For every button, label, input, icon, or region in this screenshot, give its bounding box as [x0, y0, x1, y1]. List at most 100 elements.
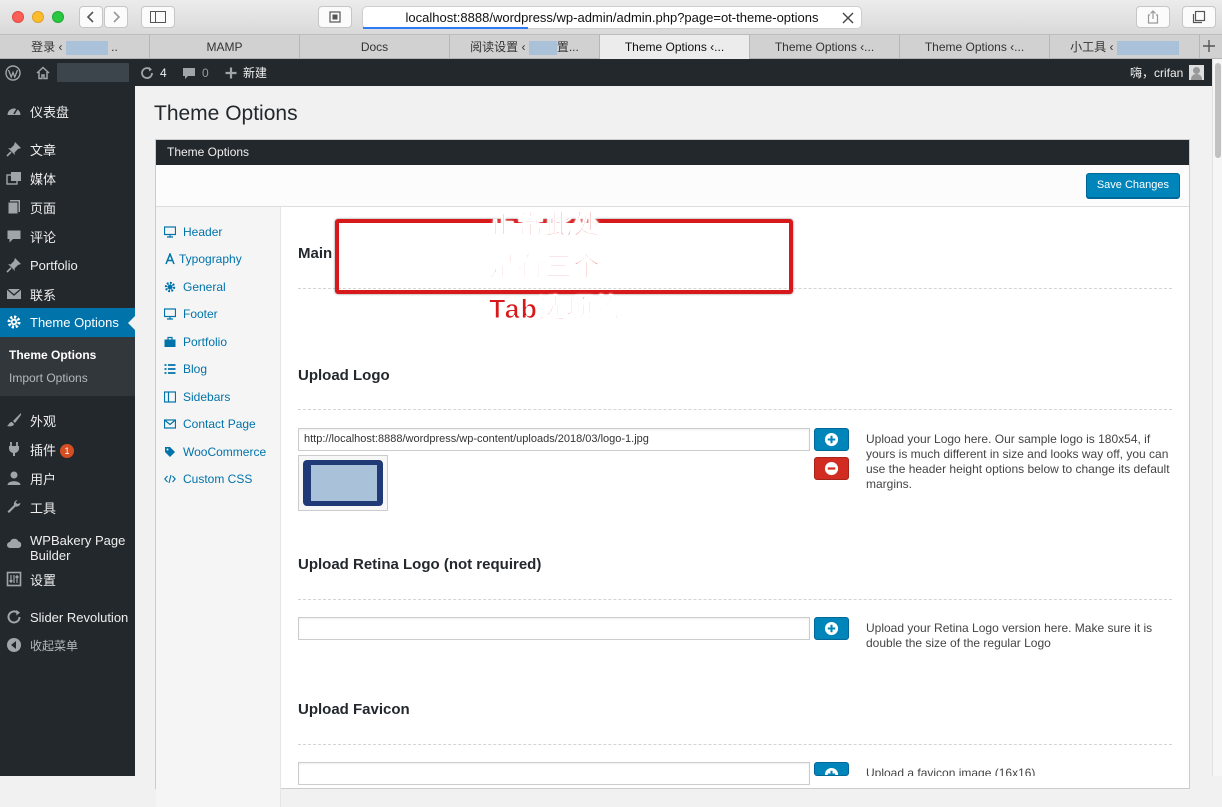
site-name-redacted[interactable] — [57, 59, 129, 86]
option-tab-portfolio[interactable]: Portfolio — [164, 335, 227, 349]
site-home-link[interactable] — [35, 59, 51, 86]
comments-link[interactable]: 0 — [181, 59, 209, 86]
sidebar-item-slider-revolution[interactable]: Slider Revolution — [0, 603, 135, 631]
sidebar-item-portfolio[interactable]: Portfolio — [0, 251, 135, 279]
remove-logo-button[interactable] — [814, 457, 849, 480]
greeting: 嗨，crifan — [1130, 66, 1184, 80]
stop-loading-icon[interactable] — [841, 11, 855, 25]
page-scrollbar[interactable] — [1212, 59, 1222, 776]
monitor-icon — [164, 226, 176, 238]
option-tab-header[interactable]: Header — [164, 225, 222, 239]
forward-button[interactable] — [104, 6, 128, 28]
media-icon — [6, 172, 21, 185]
option-tab-contact-page[interactable]: Contact Page — [164, 417, 256, 431]
browser-tab-3[interactable]: Docs — [300, 35, 450, 59]
option-tab-woocommerce[interactable]: WooCommerce — [164, 445, 266, 459]
reader-button[interactable] — [318, 6, 352, 28]
pin-icon — [6, 258, 21, 273]
scrollbar-thumb[interactable] — [1215, 63, 1221, 158]
new-content-link[interactable]: 新建 — [223, 59, 267, 86]
upload-logo-input[interactable]: http://localhost:8888/wordpress/wp-conte… — [298, 428, 810, 451]
new-tab-icon[interactable] — [1200, 37, 1218, 55]
logo-preview[interactable] — [298, 455, 388, 511]
sidebar-item-dashboard[interactable]: 仪表盘 — [0, 97, 135, 125]
submenu-theme-options[interactable]: Theme Options — [9, 348, 96, 362]
mail-icon — [6, 288, 22, 299]
option-tab-custom-css[interactable]: Custom CSS — [164, 472, 252, 486]
redacted-block — [1116, 40, 1179, 55]
comment-icon — [183, 67, 195, 79]
section-main-heading: Main — [298, 245, 333, 262]
typography-icon — [165, 253, 175, 265]
option-tab-general[interactable]: General — [164, 280, 226, 294]
options-tab-nav: Header Typography General Footer Portfol… — [156, 207, 281, 807]
sidebar-item-wpbakery[interactable]: WPBakery Page Builder — [0, 528, 135, 568]
option-tab-blog[interactable]: Blog — [164, 362, 207, 376]
tabs-icon — [1192, 10, 1206, 24]
tag-icon — [165, 447, 175, 457]
option-tab-sidebars[interactable]: Sidebars — [164, 390, 230, 404]
redacted-block — [311, 465, 377, 501]
back-button[interactable] — [79, 6, 103, 28]
upload-retina-logo-input[interactable] — [298, 617, 810, 640]
envelope-icon — [164, 419, 176, 429]
tab-overview-button[interactable] — [1182, 6, 1216, 28]
current-menu-arrow — [128, 316, 135, 330]
share-button[interactable] — [1136, 6, 1170, 28]
sidebar-toggle-button[interactable] — [141, 6, 175, 28]
upload-retina-logo-description: Upload your Retina Logo version here. Ma… — [866, 621, 1153, 650]
sidebar-item-plugins[interactable]: 插件 1 — [0, 435, 135, 463]
sidebar-item-media[interactable]: 媒体 — [0, 164, 135, 192]
dashboard-icon — [7, 108, 21, 115]
sidebar-item-users[interactable]: 用户 — [0, 464, 135, 492]
zoom-window-button[interactable] — [52, 11, 64, 23]
submenu-import-options[interactable]: Import Options — [9, 371, 88, 385]
sidebar-item-posts[interactable]: 文章 — [0, 135, 135, 163]
comments-count: 0 — [202, 65, 209, 80]
save-changes-button[interactable]: Save Changes — [1085, 173, 1180, 198]
option-tab-typography[interactable]: Typography — [164, 252, 242, 266]
browser-tab-8[interactable]: 小工具 ‹ — [1050, 35, 1200, 59]
browser-tab-2[interactable]: MAMP — [150, 35, 300, 59]
sidebar-item-contact[interactable]: 联系 — [0, 280, 135, 308]
sidebar-item-collapse-menu[interactable]: 收起菜单 — [0, 631, 135, 659]
refresh-icon — [7, 610, 21, 624]
address-bar[interactable]: localhost:8888/wordpress/wp-admin/admin.… — [362, 6, 862, 29]
plus-circle-icon — [824, 621, 839, 636]
sidebar-item-appearance[interactable]: 外观 — [0, 406, 135, 434]
browser-tab-1[interactable]: 登录 ‹ .. — [0, 35, 150, 59]
browser-tab-7[interactable]: Theme Options ‹... — [900, 35, 1050, 59]
settings-icon — [6, 571, 22, 587]
upload-retina-logo-heading: Upload Retina Logo (not required) — [298, 556, 542, 573]
upload-favicon-button[interactable] — [814, 762, 849, 776]
upload-logo-heading: Upload Logo — [298, 367, 390, 384]
avatar — [1189, 65, 1205, 80]
account-menu[interactable]: 嗨，crifan — [1130, 59, 1205, 86]
page-title: Theme Options — [154, 102, 298, 125]
sidebar-item-comments[interactable]: 评论 — [0, 222, 135, 250]
browser-tab-4[interactable]: 阅读设置 ‹ 置... — [450, 35, 600, 59]
upload-retina-logo-button[interactable] — [814, 617, 849, 640]
annotation-line-1: 正常此处 — [489, 210, 601, 241]
sidebar-item-settings[interactable]: 设置 — [0, 565, 135, 593]
wp-logo[interactable] — [5, 59, 21, 86]
plus-icon — [225, 67, 237, 78]
home-icon — [36, 65, 50, 79]
share-icon — [1147, 10, 1159, 24]
panel-header: Theme Options — [156, 140, 1189, 165]
sidebar-item-theme-options[interactable]: Theme Options — [0, 308, 135, 337]
upload-favicon-input[interactable] — [298, 762, 810, 785]
theme-options-submenu: Theme Options Import Options — [0, 337, 135, 396]
code-icon — [164, 474, 176, 484]
plus-circle-icon — [824, 767, 839, 775]
close-window-button[interactable] — [12, 11, 24, 23]
plugin-icon — [9, 442, 19, 456]
updates-link[interactable]: 4 — [139, 59, 167, 86]
sidebar-item-tools[interactable]: 工具 — [0, 493, 135, 521]
option-tab-footer[interactable]: Footer — [164, 307, 218, 321]
browser-tab-5-active[interactable]: Theme Options ‹... — [600, 35, 750, 59]
browser-tab-6[interactable]: Theme Options ‹... — [750, 35, 900, 59]
upload-logo-button[interactable] — [814, 428, 849, 451]
minimize-window-button[interactable] — [32, 11, 44, 23]
sidebar-item-pages[interactable]: 页面 — [0, 193, 135, 221]
